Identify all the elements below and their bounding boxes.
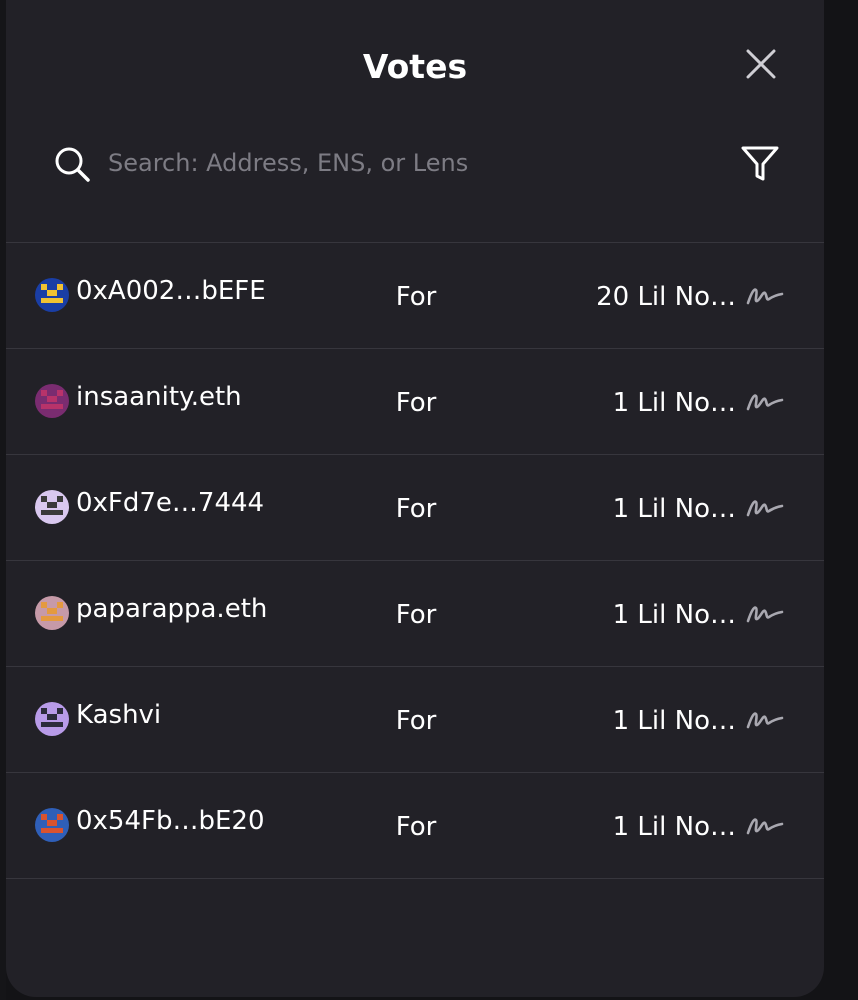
vote-amount: 1 Lil No… xyxy=(612,494,736,524)
filter-icon[interactable] xyxy=(740,142,780,184)
vote-support: For xyxy=(395,812,437,842)
search-input[interactable] xyxy=(106,142,710,184)
vote-amount: 1 Lil No… xyxy=(612,812,736,842)
vote-support: For xyxy=(395,600,437,630)
search-icon xyxy=(55,147,90,182)
vote-row[interactable]: 0xFd7e…7444 For 1 Lil No… xyxy=(6,455,824,561)
vote-row[interactable]: satori.lolAbstain27 Lil No… xyxy=(6,213,824,243)
signature-icon[interactable] xyxy=(745,708,785,732)
vote-row[interactable]: insaanity.eth For 1 Lil No… xyxy=(6,349,824,455)
vote-amount: 1 Lil No… xyxy=(612,600,736,630)
vote-amount: 1 Lil No… xyxy=(612,706,736,736)
vote-support: For xyxy=(395,282,437,312)
search-bar xyxy=(6,130,824,212)
voter-name[interactable]: 0xFd7e…7444 xyxy=(76,485,264,521)
close-icon xyxy=(746,49,776,79)
votes-modal: Votes satori.lolAbstain27 Lil No…0xA002…… xyxy=(6,0,824,997)
voter-avatar xyxy=(35,702,69,736)
close-button[interactable] xyxy=(744,47,778,81)
signature-icon[interactable] xyxy=(745,284,785,308)
vote-support: For xyxy=(395,706,437,736)
vote-row[interactable]: Kashvi For 1 Lil No… xyxy=(6,667,824,773)
signature-icon[interactable] xyxy=(745,814,785,838)
vote-row[interactable]: 0x54Fb…bE20 For 1 Lil No… xyxy=(6,773,824,879)
voter-name[interactable]: 0xA002…bEFE xyxy=(76,273,266,309)
voter-avatar xyxy=(35,384,69,418)
vote-amount: 1 Lil No… xyxy=(612,388,736,418)
vote-support: For xyxy=(395,388,437,418)
voter-avatar xyxy=(35,596,69,630)
voter-name[interactable]: Kashvi xyxy=(76,697,161,733)
voter-avatar xyxy=(35,490,69,524)
signature-icon[interactable] xyxy=(745,496,785,520)
vote-row[interactable]: 0xA002…bEFE For 20 Lil No… xyxy=(6,243,824,349)
votes-list-inner: satori.lolAbstain27 Lil No… 0xA002…bEFE Fo… xyxy=(6,213,824,879)
vote-support: For xyxy=(395,494,437,524)
vote-row[interactable]: paparappa.eth For 1 Lil No… xyxy=(6,561,824,667)
vote-amount: 20 Lil No… xyxy=(596,282,736,312)
signature-icon[interactable] xyxy=(745,390,785,414)
signature-icon[interactable] xyxy=(745,602,785,626)
votes-list[interactable]: satori.lolAbstain27 Lil No… 0xA002…bEFE Fo… xyxy=(6,213,824,997)
voter-name[interactable]: paparappa.eth xyxy=(76,591,267,627)
voter-name[interactable]: 0x54Fb…bE20 xyxy=(76,803,265,839)
voter-name[interactable]: insaanity.eth xyxy=(76,379,242,415)
voter-avatar xyxy=(35,808,69,842)
modal-title: Votes xyxy=(362,47,468,86)
voter-avatar xyxy=(35,278,69,312)
